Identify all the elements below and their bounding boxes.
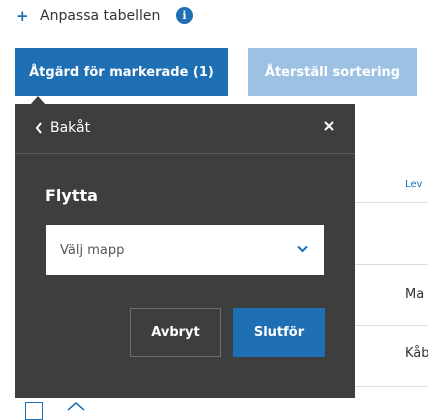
- popup-title: Flytta: [45, 186, 98, 205]
- chevron-down-icon: [297, 245, 308, 253]
- back-label: Bakåt: [50, 120, 91, 136]
- reset-sort-button[interactable]: Återställ sortering: [248, 48, 417, 96]
- customize-table-link[interactable]: + Anpassa tabellen: [16, 4, 160, 28]
- table-cell: Kåb: [405, 346, 428, 361]
- folder-select[interactable]: Välj mapp: [46, 225, 324, 275]
- move-popup: Bakåt Flytta Välj mapp Avbryt Slutför: [15, 104, 355, 398]
- bulk-action-button[interactable]: Åtgärd för markerade (1): [15, 48, 228, 96]
- plus-icon: +: [16, 7, 29, 25]
- cancel-button[interactable]: Avbryt: [130, 308, 221, 357]
- back-button[interactable]: Bakåt: [35, 120, 90, 136]
- table-cell: Ma: [405, 287, 425, 302]
- folder-select-value: Välj mapp: [60, 242, 125, 258]
- finish-button[interactable]: Slutför: [233, 308, 325, 357]
- table-row-divider: [355, 386, 428, 387]
- table-row-divider: [355, 264, 428, 265]
- customize-table-label: Anpassa tabellen: [40, 8, 161, 24]
- table-row-divider: [355, 325, 428, 326]
- row-checkbox[interactable]: [25, 402, 43, 420]
- table-row-divider: [355, 202, 428, 203]
- popup-header: Bakåt: [15, 104, 355, 154]
- close-icon[interactable]: [323, 120, 335, 132]
- info-icon[interactable]: i: [176, 7, 193, 24]
- chevron-left-icon: [35, 122, 42, 134]
- table-column-header[interactable]: Lev: [405, 179, 422, 190]
